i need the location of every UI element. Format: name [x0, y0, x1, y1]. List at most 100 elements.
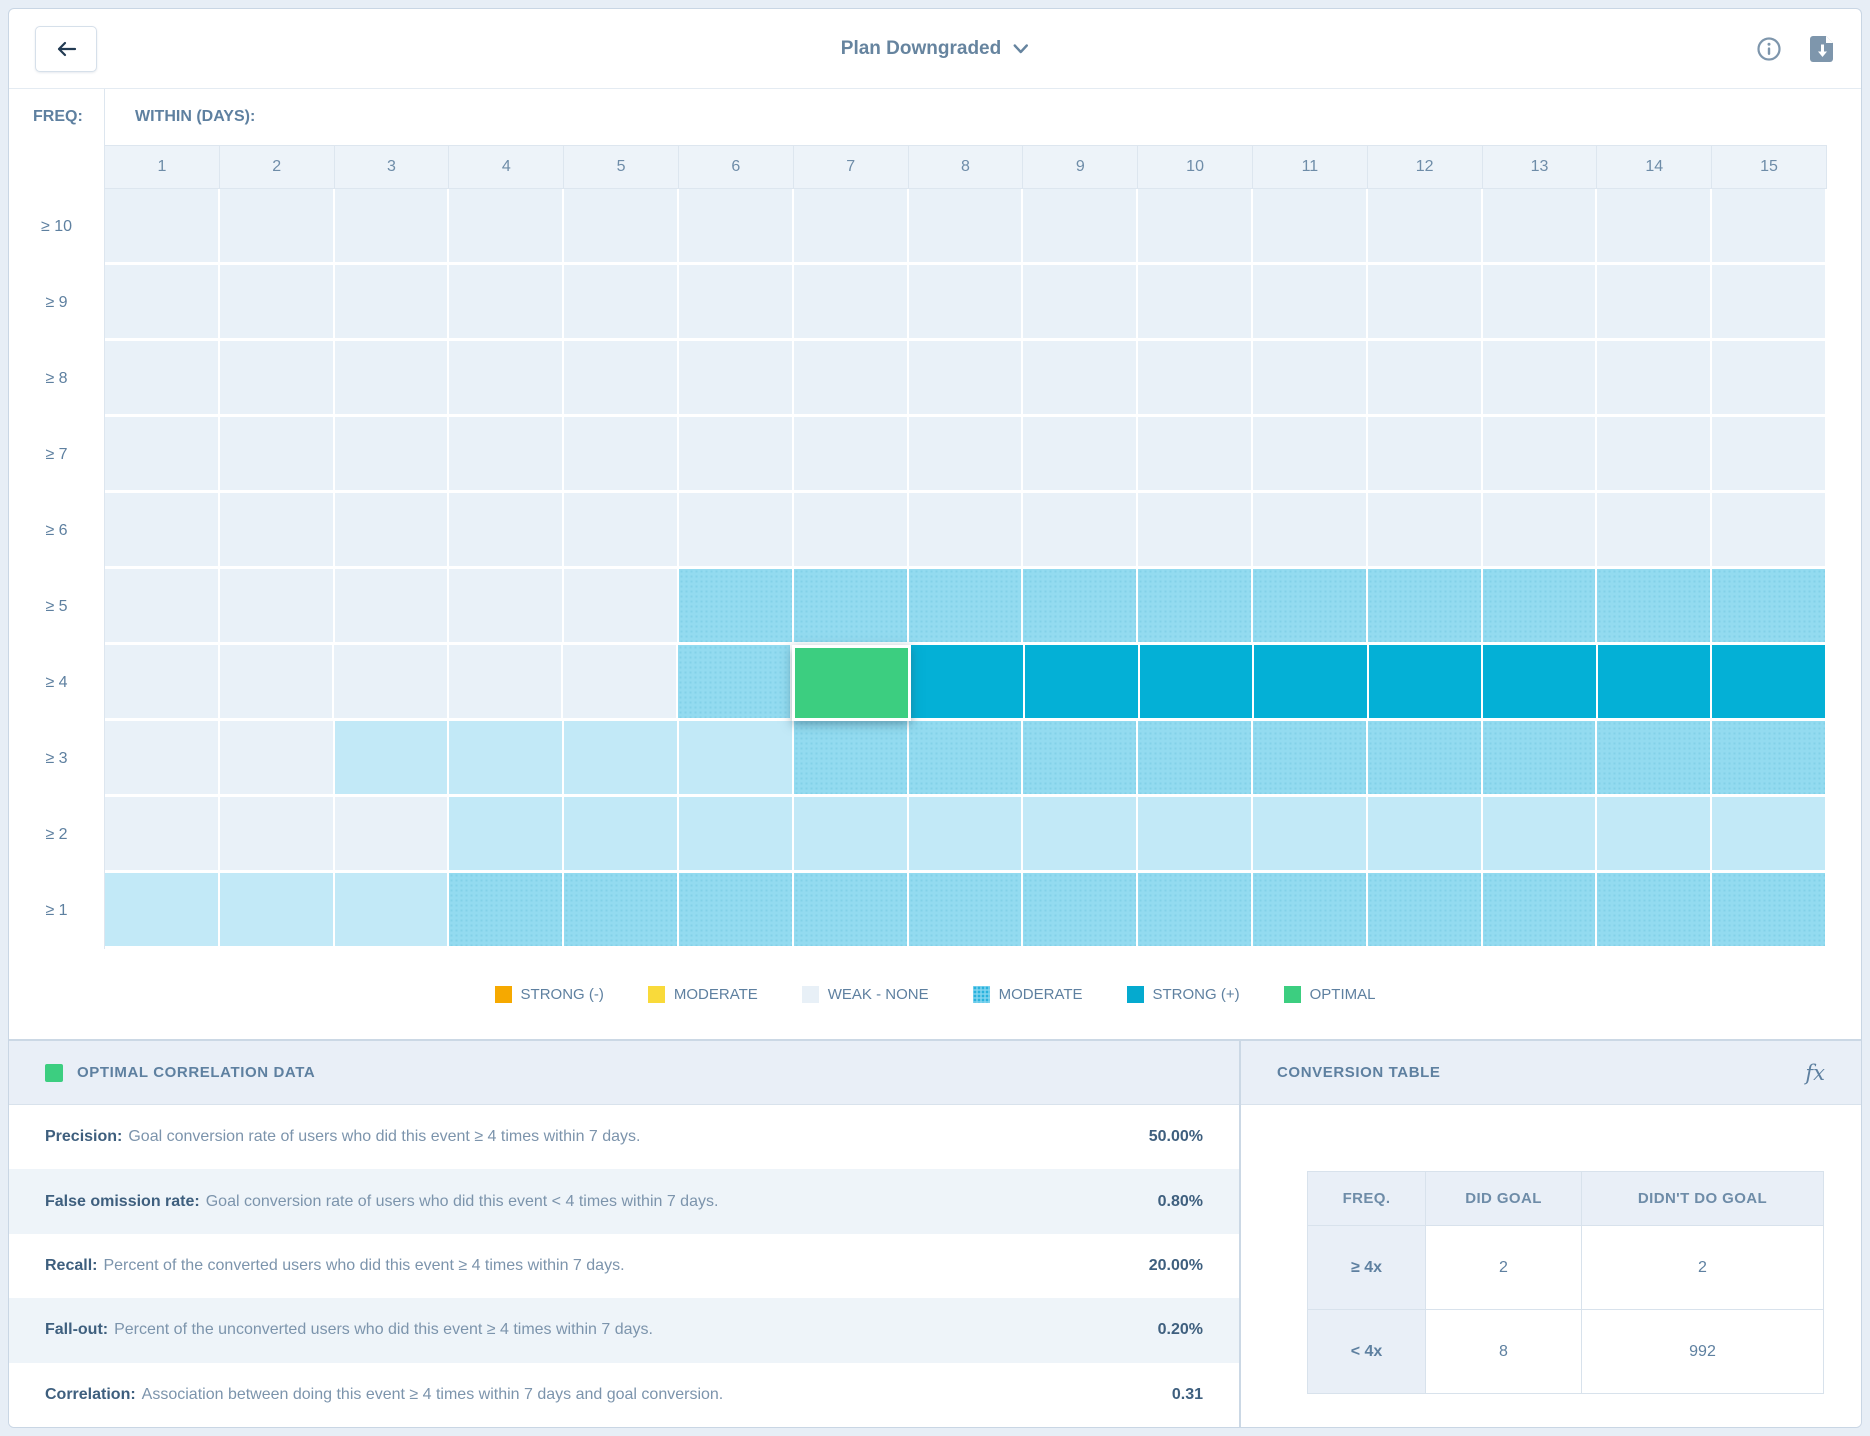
heatmap-cell[interactable] [564, 341, 679, 417]
heatmap-cell[interactable] [335, 873, 450, 949]
heatmap-cell[interactable] [1483, 645, 1598, 721]
heatmap-cell[interactable] [911, 645, 1026, 721]
heatmap-cell[interactable] [1712, 569, 1827, 645]
heatmap-cell[interactable] [1140, 645, 1255, 721]
heatmap-cell[interactable] [1368, 797, 1483, 873]
heatmap-cell[interactable] [1253, 721, 1368, 797]
heatmap-cell[interactable] [334, 645, 449, 721]
heatmap-cell[interactable] [564, 417, 679, 493]
heatmap-cell[interactable] [679, 873, 794, 949]
heatmap-cell[interactable] [1483, 797, 1598, 873]
heatmap-cell[interactable] [449, 873, 564, 949]
heatmap-cell[interactable] [449, 797, 564, 873]
heatmap-cell[interactable] [220, 645, 335, 721]
heatmap-cell[interactable] [1253, 797, 1368, 873]
event-selector-dropdown[interactable]: Plan Downgraded [841, 38, 1029, 60]
heatmap-cell[interactable] [1368, 417, 1483, 493]
heatmap-cell[interactable] [105, 797, 220, 873]
heatmap-cell[interactable] [1138, 569, 1253, 645]
heatmap-cell[interactable] [1253, 417, 1368, 493]
heatmap-cell[interactable] [1253, 341, 1368, 417]
heatmap-cell[interactable] [1712, 797, 1827, 873]
heatmap-cell[interactable] [335, 797, 450, 873]
heatmap-cell[interactable] [1712, 189, 1827, 265]
heatmap-cell[interactable] [105, 341, 220, 417]
heatmap-cell[interactable] [335, 265, 450, 341]
heatmap-cell[interactable] [1712, 493, 1827, 569]
heatmap-cell[interactable] [1138, 721, 1253, 797]
heatmap-cell[interactable] [1023, 721, 1138, 797]
heatmap-cell[interactable] [220, 417, 335, 493]
back-button[interactable] [35, 26, 97, 72]
heatmap-cell[interactable] [679, 569, 794, 645]
heatmap-cell[interactable] [1023, 417, 1138, 493]
heatmap-cell[interactable] [1253, 189, 1368, 265]
heatmap-cell[interactable] [1023, 873, 1138, 949]
heatmap-cell[interactable] [909, 493, 1024, 569]
heatmap-cell[interactable] [679, 341, 794, 417]
heatmap-cell[interactable] [794, 721, 909, 797]
heatmap-cell[interactable] [220, 493, 335, 569]
heatmap-cell[interactable] [1712, 873, 1827, 949]
heatmap-cell[interactable] [1138, 341, 1253, 417]
heatmap-cell[interactable] [1597, 873, 1712, 949]
heatmap-cell[interactable] [679, 265, 794, 341]
heatmap-cell[interactable] [335, 341, 450, 417]
heatmap-cell[interactable] [794, 797, 909, 873]
heatmap-cell[interactable] [105, 417, 220, 493]
formula-fx-icon[interactable]: fx [1805, 1061, 1825, 1085]
heatmap-cell[interactable] [1138, 493, 1253, 569]
heatmap-cell[interactable] [220, 721, 335, 797]
heatmap-cell[interactable] [220, 341, 335, 417]
heatmap-cell[interactable] [220, 797, 335, 873]
heatmap-cell[interactable] [1712, 721, 1827, 797]
heatmap-cell[interactable] [1369, 645, 1484, 721]
heatmap-cell[interactable] [1483, 265, 1598, 341]
heatmap-cell[interactable] [1712, 341, 1827, 417]
heatmap-cell[interactable] [1483, 189, 1598, 265]
heatmap-cell[interactable] [449, 569, 564, 645]
heatmap-cell[interactable] [449, 721, 564, 797]
heatmap-cell[interactable] [1253, 493, 1368, 569]
heatmap-cell[interactable] [794, 873, 909, 949]
heatmap-cell[interactable] [679, 721, 794, 797]
heatmap-cell[interactable] [335, 189, 450, 265]
heatmap-cell[interactable] [564, 797, 679, 873]
heatmap-cell[interactable] [1023, 341, 1138, 417]
heatmap-cell[interactable] [909, 189, 1024, 265]
heatmap-cell[interactable] [794, 341, 909, 417]
heatmap-cell[interactable] [1597, 265, 1712, 341]
heatmap-cell[interactable] [794, 569, 909, 645]
heatmap-cell[interactable] [679, 493, 794, 569]
heatmap-cell[interactable] [1254, 645, 1369, 721]
heatmap-cell[interactable] [564, 265, 679, 341]
heatmap-cell[interactable] [449, 493, 564, 569]
heatmap-cell[interactable] [449, 645, 564, 721]
heatmap-cell[interactable] [1368, 569, 1483, 645]
heatmap-cell[interactable] [1138, 797, 1253, 873]
heatmap-cell[interactable] [1368, 265, 1483, 341]
heatmap-cell[interactable] [449, 341, 564, 417]
heatmap-cell[interactable] [1368, 493, 1483, 569]
heatmap-cell[interactable] [335, 569, 450, 645]
heatmap-cell[interactable] [909, 341, 1024, 417]
heatmap-cell[interactable] [679, 189, 794, 265]
heatmap-cell[interactable] [1597, 721, 1712, 797]
heatmap-cell[interactable] [909, 569, 1024, 645]
heatmap-cell[interactable] [1025, 645, 1140, 721]
heatmap-cell[interactable] [105, 265, 220, 341]
heatmap-cell[interactable] [1368, 873, 1483, 949]
heatmap-cell[interactable] [105, 645, 220, 721]
heatmap-cell[interactable] [220, 189, 335, 265]
heatmap-cell[interactable] [1138, 873, 1253, 949]
heatmap-cell[interactable] [1597, 797, 1712, 873]
heatmap-cell[interactable] [1023, 493, 1138, 569]
heatmap-cell[interactable] [449, 189, 564, 265]
heatmap-cell[interactable] [679, 417, 794, 493]
heatmap-cell[interactable] [564, 569, 679, 645]
heatmap-cell[interactable] [1023, 265, 1138, 341]
heatmap-cell[interactable] [909, 721, 1024, 797]
heatmap-cell[interactable] [335, 721, 450, 797]
heatmap-cell[interactable] [563, 645, 678, 721]
heatmap-cell[interactable] [1597, 569, 1712, 645]
